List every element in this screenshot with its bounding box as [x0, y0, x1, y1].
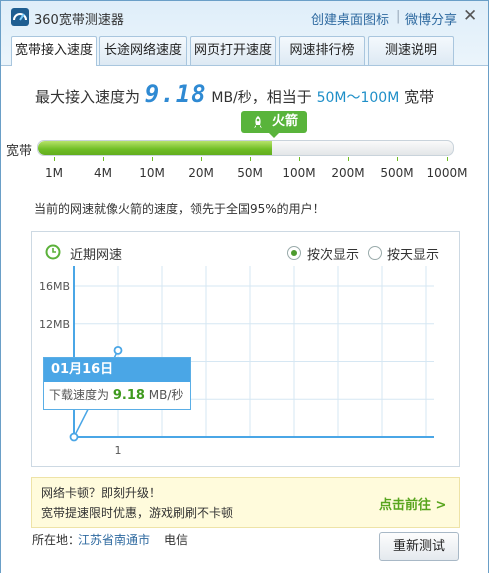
- radio-by-count[interactable]: [287, 246, 301, 260]
- speed-bar-track: [37, 140, 454, 156]
- radio-by-day-label[interactable]: 按天显示: [387, 244, 439, 263]
- promo-subtext: 宽带提速限时优惠，游戏刷刷不卡顿: [41, 506, 234, 520]
- title-separator: |: [396, 9, 401, 24]
- recent-speed-panel: 4MB8MB12MB16MB1 近期网速 按次显示 按天显示: [31, 231, 460, 467]
- scale-tick: [447, 157, 448, 161]
- x-tick-label: 1: [115, 444, 122, 457]
- tab-webpage-open[interactable]: 网页打开速度: [190, 36, 276, 65]
- speedtest-window: 360宽带测速器 创建桌面图标 | 微博分享 ✕ 宽带接入速度 长途网络速度 网…: [0, 0, 489, 573]
- window-title: 360宽带测速器: [34, 13, 124, 28]
- tab-speed-ranking[interactable]: 网速排行榜: [279, 36, 365, 65]
- y-tick-label: 12MB: [39, 318, 70, 331]
- scale-tick: [54, 157, 55, 161]
- scale-tick: [250, 157, 251, 161]
- upgrade-promo: 网络卡顿？即刻升级！ 宽带提速限时优惠，游戏刷刷不卡顿 点击前往 >: [31, 477, 460, 528]
- data-point-tooltip: 01月16日 下载速度为 9.18 MB/秒: [43, 357, 191, 410]
- tab-content: 最大接入速度为 9.18 MB/秒，相当于 50M～100M 宽带 火箭 宽带 …: [1, 65, 488, 573]
- rocket-icon: [254, 116, 262, 128]
- radio-by-day[interactable]: [368, 246, 382, 260]
- tooltip-label: 下载速度为: [49, 388, 110, 402]
- title-bar[interactable]: 360宽带测速器 创建桌面图标 | 微博分享 ✕: [1, 1, 488, 33]
- app-logo-icon: [11, 8, 29, 26]
- tab-broadband-access[interactable]: 宽带接入速度: [11, 36, 97, 66]
- scale-tick: [348, 157, 349, 161]
- data-point: [113, 345, 123, 355]
- origin-point: [69, 432, 79, 442]
- scale-label: 500M: [380, 166, 414, 180]
- scale-tick: [201, 157, 202, 161]
- speed-level-badge: 火箭: [241, 111, 307, 133]
- tooltip-value: 9.18: [112, 388, 145, 403]
- speed-bar-fill: [38, 141, 273, 155]
- badge-pointer: [269, 133, 279, 138]
- speed-level-label: 火箭: [272, 114, 299, 129]
- tooltip-body: 下载速度为 9.18 MB/秒: [44, 382, 190, 409]
- scale-tick: [299, 157, 300, 161]
- scale-tick: [103, 157, 104, 161]
- radio-by-count-label[interactable]: 按次显示: [307, 244, 359, 263]
- speed-middle: ，相当于: [251, 88, 312, 106]
- scale-label: 100M: [282, 166, 316, 180]
- scale-label: 1M: [45, 166, 63, 180]
- speed-range: 50M～100M: [316, 90, 400, 106]
- speed-prefix: 最大接入速度为: [35, 88, 141, 106]
- tab-test-description[interactable]: 测速说明: [368, 36, 454, 65]
- y-tick-label: 16MB: [39, 280, 70, 293]
- scale-label: 1000M: [426, 166, 468, 180]
- speed-value: 9.18: [144, 80, 207, 108]
- speed-comparison-text: 当前的网速就像火箭的速度，领先于全国95%的用户！: [34, 202, 325, 216]
- tab-long-distance[interactable]: 长途网络速度: [99, 36, 187, 65]
- clock-icon: [45, 244, 61, 260]
- scale-tick: [397, 157, 398, 161]
- close-icon[interactable]: ✕: [463, 6, 477, 26]
- scale-label: 50M: [237, 166, 263, 180]
- scale-label: 4M: [94, 166, 112, 180]
- location-city-link[interactable]: 江苏省南通市: [78, 531, 150, 548]
- bar-label: 宽带: [6, 144, 33, 159]
- speed-unit: MB/秒: [211, 90, 252, 106]
- recent-speed-chart: 4MB8MB12MB16MB1: [39, 266, 434, 457]
- promo-headline: 网络卡顿？即刻升级！: [41, 486, 162, 500]
- scale-label: 10M: [139, 166, 165, 180]
- location-isp: 电信: [164, 533, 189, 547]
- create-desktop-icon-link[interactable]: 创建桌面图标: [311, 9, 389, 28]
- retest-button[interactable]: 重新测试: [379, 532, 459, 561]
- tooltip-unit: MB/秒: [148, 388, 184, 402]
- speed-suffix: 宽带: [404, 88, 435, 106]
- scale-label: 20M: [188, 166, 214, 180]
- speed-headline: 最大接入速度为 9.18 MB/秒，相当于 50M～100M 宽带: [35, 80, 475, 110]
- tooltip-date: 01月16日: [44, 358, 190, 382]
- location-label: 所在地：: [32, 533, 81, 547]
- scale-tick: [152, 157, 153, 161]
- scale-label: 200M: [331, 166, 365, 180]
- chart-title: 近期网速: [70, 248, 123, 263]
- weibo-share-link[interactable]: 微博分享: [405, 9, 457, 28]
- promo-go-link[interactable]: 点击前往 >: [379, 494, 446, 513]
